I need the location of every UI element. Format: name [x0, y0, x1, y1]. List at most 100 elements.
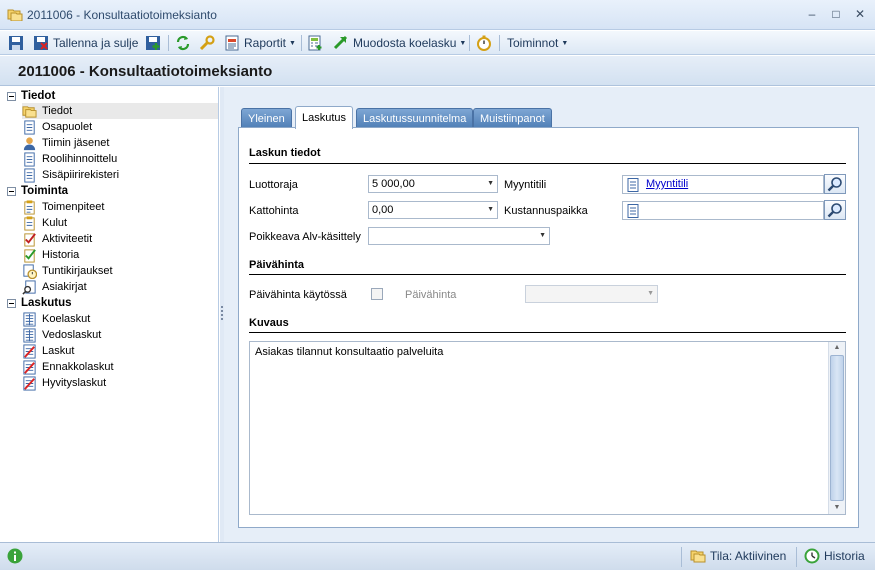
tab-yleinen[interactable]: Yleinen	[241, 108, 292, 128]
credit-limit-value: 5 000,00	[372, 178, 415, 190]
tree-item-aktiviteetit[interactable]: Aktiviteetit	[22, 231, 218, 247]
tree-item-tiedot[interactable]: Tiedot	[22, 103, 218, 119]
save-button[interactable]	[8, 33, 24, 53]
chevron-down-icon: ▼	[647, 290, 654, 297]
ceiling-price-label: Kattohinta	[249, 205, 299, 217]
page-title: 2011006 - Konsultaatiotoimeksianto	[18, 63, 273, 80]
tree-item-tiimin-jasenet[interactable]: Tiimin jäsenet	[22, 135, 218, 151]
tree-item-tuntikirjaukset[interactable]: Tuntikirjaukset	[22, 263, 218, 279]
calculator-button[interactable]	[307, 33, 323, 53]
splitter-grip	[221, 310, 223, 312]
tree-item-roolihinnoittelu[interactable]: Roolihinnoittelu	[22, 151, 218, 167]
stopwatch-icon	[477, 35, 491, 51]
page-header: 2011006 - Konsultaatiotoimeksianto	[0, 56, 875, 86]
sales-account-search-button[interactable]	[824, 174, 846, 194]
chevron-down-icon: ▼	[561, 39, 569, 47]
refresh-button[interactable]	[175, 33, 191, 53]
daily-price-field[interactable]: ▼	[525, 285, 658, 303]
toolbar-separator	[499, 35, 500, 51]
save-and-new-button[interactable]	[145, 33, 161, 53]
close-button[interactable]: ✕	[850, 5, 870, 23]
tree-item-label: Historia	[42, 249, 80, 261]
description-textarea[interactable]: Asiakas tilannut konsultaatio palveluita…	[249, 341, 846, 515]
status-state-button[interactable]: Tila: Aktiivinen	[690, 548, 786, 564]
status-separator	[796, 547, 797, 567]
save-new-icon	[146, 36, 160, 50]
tree-item-osapuolet[interactable]: Osapuolet	[22, 119, 218, 135]
status-history-button[interactable]: Historia	[804, 548, 865, 564]
tree-item-label: Sisäpiirirekisteri	[42, 169, 120, 181]
scroll-up-icon[interactable]: ▲	[829, 342, 845, 354]
collapse-icon[interactable]	[7, 91, 16, 101]
description-scrollbar[interactable]: ▲ ▼	[828, 342, 845, 514]
report-icon	[225, 35, 239, 51]
tree-item-koelaskut[interactable]: Koelaskut	[22, 311, 218, 327]
tree-item-label: Roolihinnoittelu	[42, 153, 118, 165]
tools-button[interactable]	[199, 33, 215, 53]
collapse-icon[interactable]	[7, 186, 16, 196]
daily-price-enabled-checkbox[interactable]	[371, 288, 383, 300]
tab-laskutus[interactable]: Laskutus	[295, 106, 354, 129]
tree-item-label: Ennakkolaskut	[42, 361, 114, 373]
create-draft-invoice-label: Muodosta koelasku	[353, 36, 457, 50]
info-icon[interactable]	[7, 548, 23, 564]
document-search-icon	[22, 279, 36, 295]
credit-limit-field[interactable]: 5 000,00 ▼	[368, 175, 498, 193]
scrollbar-thumb[interactable]	[830, 355, 844, 501]
invoice-draft-icon	[23, 311, 36, 327]
reports-menu[interactable]: Raportit ▼	[224, 33, 296, 53]
history-icon	[804, 548, 820, 564]
chevron-down-icon[interactable]: ▼	[487, 176, 494, 192]
tree-item-ennakkolaskut[interactable]: Ennakkolaskut	[22, 359, 218, 375]
sales-account-field[interactable]: Myyntitili	[622, 175, 824, 194]
tree-item-vedoslaskut[interactable]: Vedoslaskut	[22, 327, 218, 343]
toolbar: Tallenna ja sulje Raportit ▼ Muodosta ko…	[0, 31, 875, 55]
navigation-tree: Tiedot Tiedot Osapuolet Tiimin jäsenet R…	[0, 87, 219, 542]
collapse-icon[interactable]	[7, 298, 16, 308]
section-divider	[249, 274, 846, 275]
tree-item-hyvityslaskut[interactable]: Hyvityslaskut	[22, 375, 218, 391]
tree-item-asiakirjat[interactable]: Asiakirjat	[22, 279, 218, 295]
maximize-button[interactable]: □	[826, 5, 846, 23]
tree-item-sisapiirirekisteri[interactable]: Sisäpiirirekisteri	[22, 167, 218, 183]
tree-item-kulut[interactable]: Kulut	[22, 215, 218, 231]
vat-handling-select[interactable]: ▼	[368, 227, 550, 245]
tree-item-label: Toimenpiteet	[42, 201, 105, 213]
sales-account-link[interactable]: Myyntitili	[646, 178, 688, 190]
tree-group-laskutus[interactable]: Laskutus	[7, 295, 72, 311]
cost-center-field[interactable]	[622, 201, 824, 220]
credit-limit-label: Luottoraja	[249, 179, 298, 191]
refresh-icon	[176, 35, 190, 51]
tab-laskutussuunnitelma[interactable]: Laskutussuunnitelma	[356, 108, 474, 128]
folders-icon	[22, 105, 37, 118]
reports-label: Raportit	[244, 36, 287, 50]
tree-group-label: Toiminta	[21, 185, 69, 197]
chevron-down-icon[interactable]: ▼	[539, 228, 546, 244]
scroll-down-icon[interactable]: ▼	[829, 502, 845, 514]
tab-muistiinpanot[interactable]: Muistiinpanot	[473, 108, 552, 128]
tree-item-toimenpiteet[interactable]: Toimenpiteet	[22, 199, 218, 215]
tree-item-label: Kulut	[42, 217, 68, 229]
toolbar-separator	[469, 35, 470, 51]
tree-item-laskut[interactable]: Laskut	[22, 343, 218, 359]
section-divider	[249, 332, 846, 333]
toolbar-separator	[301, 35, 302, 51]
search-icon	[827, 203, 842, 218]
tree-item-label: Hyvityslaskut	[42, 377, 107, 389]
task-check-icon	[24, 232, 36, 247]
timer-button[interactable]	[476, 33, 492, 53]
save-and-close-label: Tallenna ja sulje	[53, 36, 139, 50]
cost-center-search-button[interactable]	[824, 200, 846, 220]
chevron-down-icon[interactable]: ▼	[487, 202, 494, 218]
actions-menu[interactable]: Toiminnot ▼	[507, 33, 568, 53]
sales-account-label: Myyntitili	[504, 179, 547, 191]
save-and-close-button[interactable]: Tallenna ja sulje	[33, 33, 138, 53]
tree-group-toiminta[interactable]: Toiminta	[7, 183, 68, 199]
create-draft-invoice-button[interactable]: Muodosta koelasku ▼	[333, 33, 466, 53]
tree-group-tiedot[interactable]: Tiedot	[7, 88, 55, 104]
tree-item-historia[interactable]: Historia	[22, 247, 218, 263]
actions-label: Toiminnot	[507, 36, 559, 50]
ceiling-price-field[interactable]: 0,00 ▼	[368, 201, 498, 219]
minimize-button[interactable]: –	[802, 5, 822, 23]
splitter-grip	[221, 314, 223, 316]
